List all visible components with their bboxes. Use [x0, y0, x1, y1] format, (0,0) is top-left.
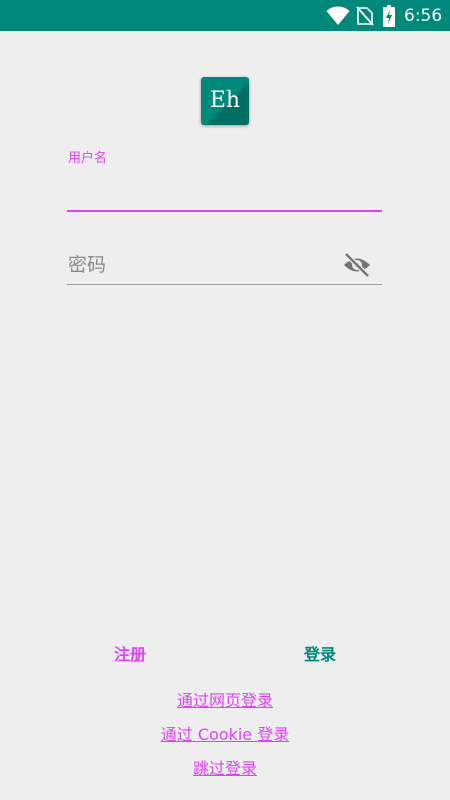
password-input[interactable]: [67, 248, 339, 282]
no-sim-icon: [356, 6, 374, 26]
battery-charging-icon: [383, 5, 395, 27]
cookie-login-link-row: 通过 Cookie 登录: [0, 724, 450, 746]
username-input[interactable]: [67, 175, 386, 209]
sign-in-button[interactable]: 登录: [290, 641, 350, 669]
status-bar: 6:56: [0, 0, 450, 31]
skip-login-link[interactable]: 跳过登录: [193, 759, 257, 778]
web-login-link[interactable]: 通过网页登录: [177, 691, 273, 710]
status-time: 6:56: [404, 6, 443, 26]
username-underline: [67, 210, 382, 212]
web-login-link-row: 通过网页登录: [0, 690, 450, 712]
wifi-icon: [326, 6, 350, 25]
skip-login-link-row: 跳过登录: [0, 758, 450, 780]
visibility-off-icon[interactable]: [342, 251, 372, 279]
logo-text: Eh: [209, 88, 241, 113]
username-label: 用户名: [68, 151, 108, 166]
cookie-login-link[interactable]: 通过 Cookie 登录: [161, 725, 289, 744]
app-logo: Eh: [201, 77, 249, 125]
register-button[interactable]: 注册: [100, 641, 160, 669]
password-underline: [67, 284, 382, 285]
